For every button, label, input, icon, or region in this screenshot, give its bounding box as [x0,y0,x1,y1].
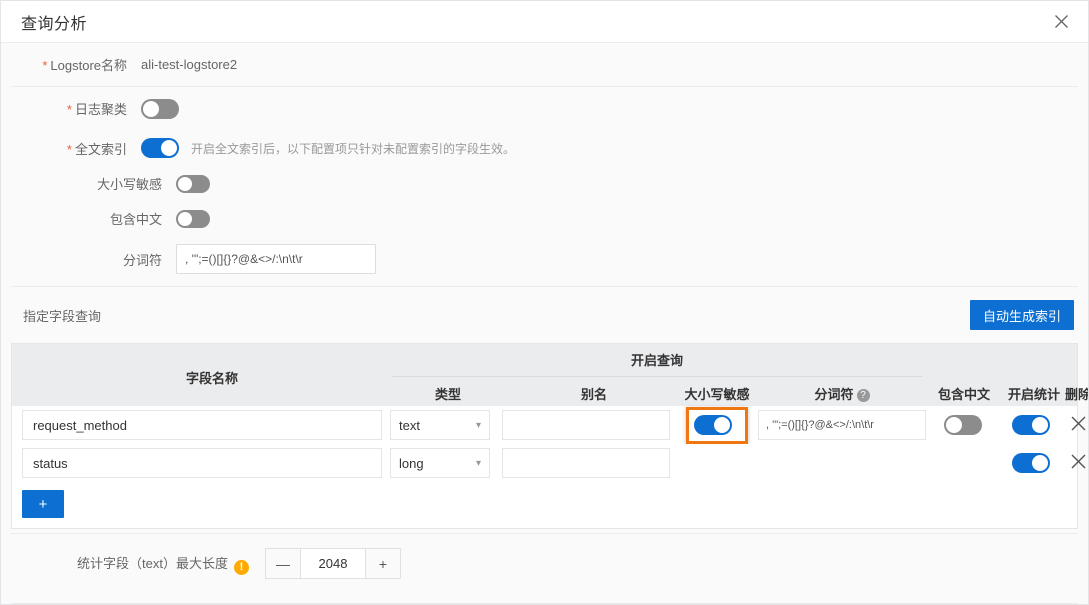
log-cluster-label: * 日志聚类 [66,102,127,117]
row-case-sensitive-toggle[interactable] [694,415,732,435]
page-title: 查询分析 [21,15,88,33]
max-length-label: 统计字段（text）最大长度! [77,553,249,575]
row-enable-stats-toggle[interactable] [1012,453,1050,473]
max-length-value[interactable]: 2048 [300,548,365,579]
row-delimiter-input[interactable]: , '";=()[]{}?@&<>/:\n\t\r [758,410,926,440]
delimiter-label: 分词符 [122,252,162,268]
column-header-case-sensitive: 大小写敏感 [684,387,750,402]
max-length-label-text: 统计字段（text）最大长度 [77,555,228,571]
row-include-chinese-toggle[interactable] [944,415,982,435]
required-marker: * [66,141,72,157]
required-marker: * [42,58,48,73]
column-header-include-chinese: 包含中文 [937,387,990,402]
column-header-field-name: 字段名称 [185,371,238,386]
field-type-select[interactable]: text ▾ [390,410,490,440]
log-cluster-row: * 日志聚类 [1,87,1088,130]
field-alias-input[interactable] [502,448,670,478]
case-sensitive-label: 大小写敏感 [96,177,162,192]
row-delete-icon[interactable] [1070,415,1087,435]
chevron-down-icon: ▾ [475,457,481,469]
max-length-row: 统计字段（text）最大长度! — 2048 + [1,534,1088,579]
index-fields-table: 字段名称 开启查询 类型 别名 大小写敏感 分词符? 包含中文 开启统计 删除 … [11,343,1088,482]
table-row: request_method text ▾ , '";=()[]{}?@&<>/… [12,406,1086,444]
include-chinese-label: 包含中文 [109,212,162,227]
case-sensitive-row: 大小写敏感 [1,166,1088,201]
close-icon[interactable] [1048,9,1074,35]
fulltext-index-hint: 开启全文索引后，以下配置项只针对未配置索引的字段生效。 [191,141,516,156]
auto-generate-index-button[interactable]: 自动生成索引 [969,300,1074,330]
log-cluster-toggle[interactable] [141,98,179,119]
column-header-enable-stats: 开启统计 [1007,387,1060,402]
logstore-name-value: ali-test-logstore2 [141,57,238,72]
required-marker: * [66,102,72,117]
fulltext-index-label: * 全文索引 [66,141,127,157]
column-header-delimiter-text: 分词符 [814,387,854,402]
field-name-input[interactable]: request_method [22,410,382,440]
field-type-select[interactable]: long ▾ [390,448,490,478]
row-delete-icon[interactable] [1070,453,1087,473]
column-group-divider [392,376,922,377]
warning-icon[interactable]: ! [233,559,249,575]
help-icon[interactable]: ? [856,389,870,402]
column-header-alias: 别名 [580,387,607,402]
delimiter-row: 分词符 , '";=()[]{}?@&<>/:\n\t\r [1,236,1088,282]
fulltext-index-toggle[interactable] [141,138,179,158]
chevron-down-icon: ▾ [475,419,481,431]
decrement-button[interactable]: — [264,548,301,579]
add-field-button[interactable]: + [22,490,64,518]
logstore-name-label: * Logstore名称 [42,58,127,73]
dialog-header: 查询分析 [1,1,1088,43]
fulltext-index-row: * 全文索引 开启全文索引后，以下配置项只针对未配置索引的字段生效。 [1,130,1088,166]
table-row: status long ▾ [12,444,1086,482]
dialog-body: * Logstore名称 ali-test-logstore2 * 日志聚类 * 全文… [1,43,1088,604]
field-type-value: text [399,417,420,433]
case-sensitive-toggle[interactable] [176,174,210,193]
field-alias-input[interactable] [502,410,670,440]
row-enable-stats-toggle[interactable] [1012,415,1050,435]
divider [11,603,1078,604]
increment-button[interactable]: + [364,548,401,579]
include-chinese-toggle[interactable] [176,209,210,228]
delimiter-input[interactable]: , '";=()[]{}?@&<>/:\n\t\r [176,244,376,274]
field-name-input[interactable]: status [22,448,382,478]
column-header-delimiter: 分词符? [792,384,892,403]
field-type-value: long [399,455,424,471]
query-analysis-dialog: 查询分析 * Logstore名称 ali-test-logstore2 * 日志聚… [0,0,1089,605]
max-length-stepper: — 2048 + [264,548,401,579]
field-query-section-header: 指定字段查询 自动生成索引 [1,287,1088,343]
column-header-delete: 删除 [1064,387,1088,402]
include-chinese-row: 包含中文 [1,201,1088,236]
section-title: 指定字段查询 [23,308,102,324]
column-group-enable-query: 开启查询 [630,353,683,368]
table-header: 字段名称 开启查询 类型 别名 大小写敏感 分词符? 包含中文 开启统计 删除 [12,344,1088,406]
add-field-area: + [11,482,1078,529]
logstore-name-row: * Logstore名称 ali-test-logstore2 [1,43,1088,86]
column-header-type: 类型 [434,387,461,402]
